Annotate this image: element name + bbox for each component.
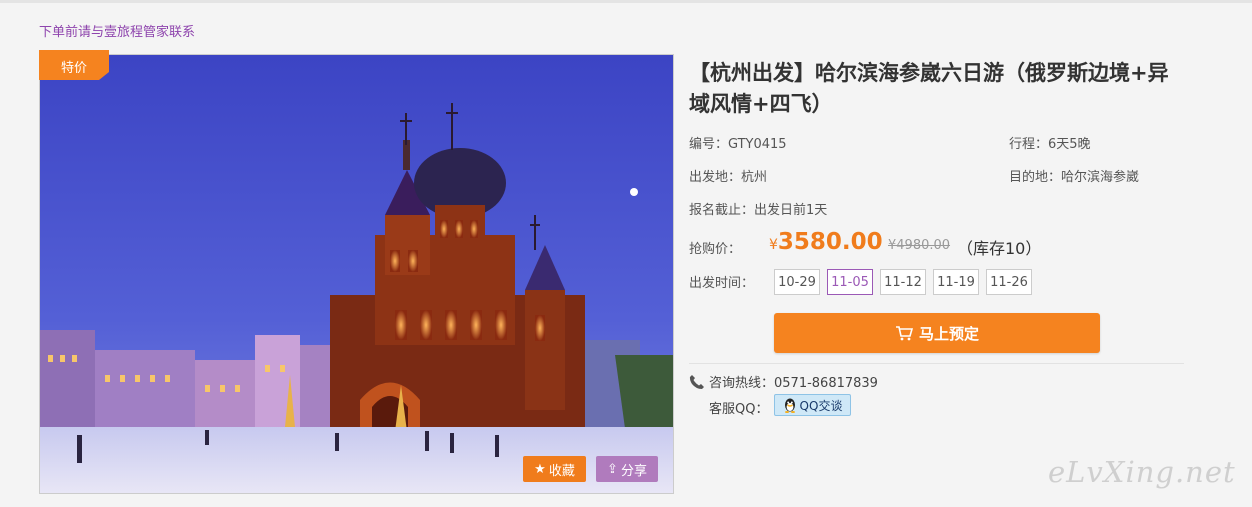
hotline-text: 咨询热线：0571-86817839 bbox=[709, 376, 878, 391]
hotline: 咨询热线：0571-86817839 bbox=[689, 372, 878, 391]
registration-deadline: 报名截止：出发日前1天 bbox=[689, 203, 828, 218]
special-offer-label: 特价 bbox=[60, 61, 87, 76]
current-price: ¥3580.00 bbox=[769, 229, 883, 255]
cathedral-night-illustration bbox=[40, 55, 673, 493]
date-option[interactable]: 11-19 bbox=[933, 269, 979, 295]
product-title: 【杭州出发】哈尔滨海参崴六日游（俄罗斯边境+异域风情+四飞） bbox=[689, 61, 1169, 116]
date-option[interactable]: 11-12 bbox=[880, 269, 926, 295]
currency-symbol: ¥ bbox=[769, 237, 778, 253]
original-price: ¥4980.00 bbox=[888, 238, 951, 253]
product-departure: 出发地：杭州 bbox=[689, 170, 768, 185]
qq-label: 客服QQ： bbox=[709, 402, 769, 417]
favorite-button[interactable]: ★ 收藏 bbox=[523, 456, 586, 482]
departure-dates-label: 出发时间： bbox=[689, 276, 755, 291]
stock-count: （库存10） bbox=[957, 239, 1042, 258]
star-icon: ★ bbox=[534, 461, 546, 477]
share-button[interactable]: ⇪ 分享 bbox=[596, 456, 658, 482]
watermark: eLvXing.net bbox=[1048, 455, 1236, 489]
price-label: 抢购价： bbox=[689, 242, 742, 257]
date-option-selected[interactable]: 11-05 bbox=[827, 269, 873, 295]
product-duration: 行程：6天5晚 bbox=[1009, 137, 1091, 152]
qq-penguin-icon bbox=[784, 398, 795, 413]
product-photo bbox=[39, 54, 674, 494]
favorite-label: 收藏 bbox=[548, 463, 575, 479]
divider bbox=[689, 363, 1184, 364]
product-code: 编号：GTY0415 bbox=[689, 137, 787, 152]
date-option[interactable]: 11-26 bbox=[986, 269, 1032, 295]
phone-icon bbox=[689, 374, 704, 389]
date-option[interactable]: 10-29 bbox=[774, 269, 820, 295]
share-icon: ⇪ bbox=[607, 461, 618, 477]
book-now-button[interactable]: 马上预定 bbox=[774, 313, 1100, 353]
qq-chat-label: QQ交谈 bbox=[799, 398, 843, 413]
current-price-value: 3580.00 bbox=[777, 229, 883, 255]
booking-notice: 下单前请与壹旅程管家联系 bbox=[39, 25, 196, 40]
product-destination: 目的地：哈尔滨海参崴 bbox=[1009, 170, 1140, 185]
top-border bbox=[0, 0, 1252, 3]
book-now-label: 马上预定 bbox=[918, 324, 979, 343]
share-label: 分享 bbox=[620, 463, 647, 479]
qq-chat-button[interactable]: QQ交谈 bbox=[774, 394, 851, 416]
cart-icon bbox=[895, 326, 913, 341]
